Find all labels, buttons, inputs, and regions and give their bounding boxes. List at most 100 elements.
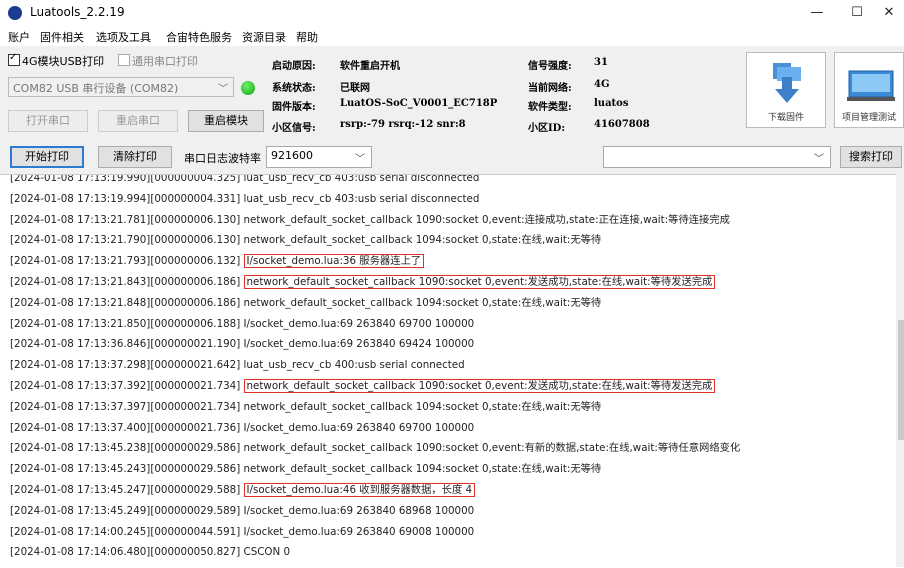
log-prefix: [2024-01-08 17:13:21.848][000000006.186]: [10, 296, 244, 309]
software-type-value: luatos: [594, 98, 629, 109]
log-message-highlighted: network_default_socket_callback 1090:soc…: [243, 275, 716, 289]
log-prefix: [2024-01-08 17:13:19.994][000000004.331]: [10, 192, 244, 205]
search-print-button[interactable]: 搜索打印: [840, 146, 902, 168]
log-message: network_default_socket_callback 1090:soc…: [243, 213, 730, 226]
port-select-value: COM82 USB 串行设备 (COM82): [13, 82, 179, 95]
log-prefix: [2024-01-08 17:13:37.397][000000021.734]: [10, 400, 244, 413]
baud-label: 串口日志波特率: [184, 152, 261, 165]
log-prefix: [2024-01-08 17:13:37.392][000000021.734]: [10, 380, 244, 392]
log-message: network_default_socket_callback 1094:soc…: [243, 400, 602, 413]
log-prefix: [2024-01-08 17:13:21.843][000000006.186]: [10, 276, 244, 288]
restart-module-button[interactable]: 重启模块: [188, 110, 264, 132]
log-line: [2024-01-08 17:13:21.848][000000006.186]…: [10, 294, 601, 312]
menu-services[interactable]: 合宙特色服务: [166, 29, 232, 45]
firmware-version-label: 固件版本:: [272, 102, 316, 113]
log-line: [2024-01-08 17:14:06.480][000000050.827]…: [10, 543, 290, 561]
log-message: luat_usb_recv_cb 403:usb serial disconne…: [243, 174, 480, 184]
log-line: [2024-01-08 17:13:19.990][000000004.325]…: [10, 174, 480, 187]
menu-account[interactable]: 账户: [8, 29, 30, 45]
log-prefix: [2024-01-08 17:13:45.247][000000029.588]: [10, 484, 244, 496]
baud-value: 921600: [271, 149, 313, 162]
log-prefix: [2024-01-08 17:14:06.480][000000050.827]: [10, 546, 244, 559]
status-indicator-icon: [241, 81, 255, 95]
system-status-value: 已联网: [340, 83, 370, 94]
start-print-button[interactable]: 开始打印: [10, 146, 84, 168]
log-line: [2024-01-08 17:13:45.247][000000029.588]…: [10, 481, 476, 499]
boot-reason-value: 软件重启开机: [340, 61, 400, 72]
log-message-highlighted: network_default_socket_callback 1090:soc…: [243, 379, 716, 393]
project-test-button[interactable]: 项目管理测试: [834, 52, 904, 128]
checkbox-checked-icon: [8, 52, 20, 66]
network-value: 4G: [594, 79, 610, 90]
cell-signal-value: rsrp:-79 rsrq:-12 snr:8: [340, 119, 466, 130]
log-message: luat_usb_recv_cb 403:usb serial disconne…: [243, 192, 480, 205]
log-line: [2024-01-08 17:13:36.846][000000021.190]…: [10, 335, 474, 353]
baud-select[interactable]: 921600 ﹀: [266, 146, 372, 168]
log-prefix: [2024-01-08 17:13:36.846][000000021.190]: [10, 338, 244, 351]
log-line: [2024-01-08 17:13:21.850][000000006.188]…: [10, 315, 474, 333]
app-logo-icon: [8, 6, 22, 20]
log-message: I/socket_demo.lua:69 263840 69700 100000: [243, 317, 475, 330]
close-button[interactable]: ✕: [872, 3, 904, 23]
chevron-down-icon: ﹀: [355, 154, 365, 165]
monitor-icon: [847, 70, 895, 101]
firmware-version-value: LuatOS-SoC_V0001_EC718P: [340, 98, 498, 109]
maximize-button[interactable]: ☐: [840, 3, 874, 23]
menu-firmware[interactable]: 固件相关: [40, 29, 84, 45]
log-line: [2024-01-08 17:13:37.400][000000021.736]…: [10, 419, 474, 437]
cell-signal-label: 小区信号:: [272, 123, 316, 134]
log-message: I/socket_demo.lua:69 263840 69008 100000: [243, 525, 475, 538]
log-line: [2024-01-08 17:13:21.790][000000006.130]…: [10, 231, 601, 249]
port-select[interactable]: COM82 USB 串行设备 (COM82) ﹀: [8, 77, 234, 97]
menu-help[interactable]: 帮助: [296, 29, 318, 45]
log-message: network_default_socket_callback 1094:soc…: [243, 463, 602, 476]
log-line: [2024-01-08 17:13:45.238][000000029.586]…: [10, 439, 740, 457]
generic-serial-checkbox[interactable]: 通用串口打印: [118, 53, 198, 69]
search-input[interactable]: ﹀: [603, 146, 831, 168]
menu-tools[interactable]: 选项及工具: [96, 29, 151, 45]
generic-serial-label: 通用串口打印: [132, 55, 198, 68]
chevron-down-icon: ﹀: [814, 154, 824, 165]
title-bar: [0, 0, 904, 26]
log-prefix: [2024-01-08 17:13:21.850][000000006.188]: [10, 317, 244, 330]
cell-id-label: 小区ID:: [528, 123, 566, 134]
log-line: [2024-01-08 17:13:45.243][000000029.586]…: [10, 460, 601, 478]
log-message: network_default_socket_callback 1094:soc…: [243, 234, 602, 247]
log-message: I/socket_demo.lua:69 263840 68968 100000: [243, 504, 475, 517]
log-output[interactable]: [2024-01-08 17:13:19.990][000000004.325]…: [0, 174, 904, 568]
download-firmware-label: 下载固件: [767, 113, 804, 123]
system-status-label: 系统状态:: [272, 83, 316, 94]
log-line: [2024-01-08 17:13:37.392][000000021.734]…: [10, 377, 716, 395]
log-line: [2024-01-08 17:13:19.994][000000004.331]…: [10, 190, 479, 208]
log-scroll-thumb[interactable]: [898, 320, 904, 440]
log-prefix: [2024-01-08 17:13:45.249][000000029.589]: [10, 504, 244, 517]
clear-print-button[interactable]: 清除打印: [98, 146, 172, 168]
log-line: [2024-01-08 17:13:21.781][000000006.130]…: [10, 211, 730, 229]
log-prefix: [2024-01-08 17:13:21.793][000000006.132]: [10, 255, 244, 268]
menu-resources[interactable]: 资源目录: [242, 29, 286, 45]
log-prefix: [2024-01-08 17:13:45.238][000000029.586]: [10, 442, 244, 455]
log-message: I/socket_demo.lua:69 263840 69700 100000: [243, 421, 475, 434]
log-message-highlighted: I/socket_demo.lua:46 收到服务器数据，长度 4: [243, 483, 476, 497]
log-message: network_default_socket_callback 1090:soc…: [243, 442, 741, 455]
cell-id-value: 41607808: [594, 119, 650, 130]
log-line: [2024-01-08 17:13:21.843][000000006.186]…: [10, 273, 716, 291]
log-prefix: [2024-01-08 17:13:19.990][000000004.325]: [10, 174, 244, 184]
log-message-highlighted: I/socket_demo.lua:36 服务器连上了: [243, 254, 425, 269]
download-firmware-button[interactable]: 下载固件: [746, 52, 826, 128]
log-prefix: [2024-01-08 17:13:37.400][000000021.736]: [10, 421, 244, 434]
restart-port-button[interactable]: 重启串口: [98, 110, 178, 132]
project-test-label: 项目管理测试: [841, 113, 896, 123]
log-line: [2024-01-08 17:13:45.249][000000029.589]…: [10, 502, 474, 520]
checkbox-unchecked-icon: [118, 54, 130, 66]
log-line: [2024-01-08 17:13:37.298][000000021.642]…: [10, 356, 465, 374]
minimize-button[interactable]: —: [800, 3, 834, 23]
window-title: Luatools_2.2.19: [30, 5, 125, 19]
software-type-label: 软件类型:: [528, 102, 572, 113]
signal-strength-label: 信号强度:: [528, 61, 572, 72]
usb-print-checkbox[interactable]: 4G模块USB打印: [8, 52, 104, 69]
log-line: [2024-01-08 17:14:00.245][000000044.591]…: [10, 523, 474, 541]
log-message: CSCON 0: [243, 546, 291, 559]
log-message: network_default_socket_callback 1094:soc…: [243, 296, 602, 309]
open-port-button[interactable]: 打开串口: [8, 110, 88, 132]
